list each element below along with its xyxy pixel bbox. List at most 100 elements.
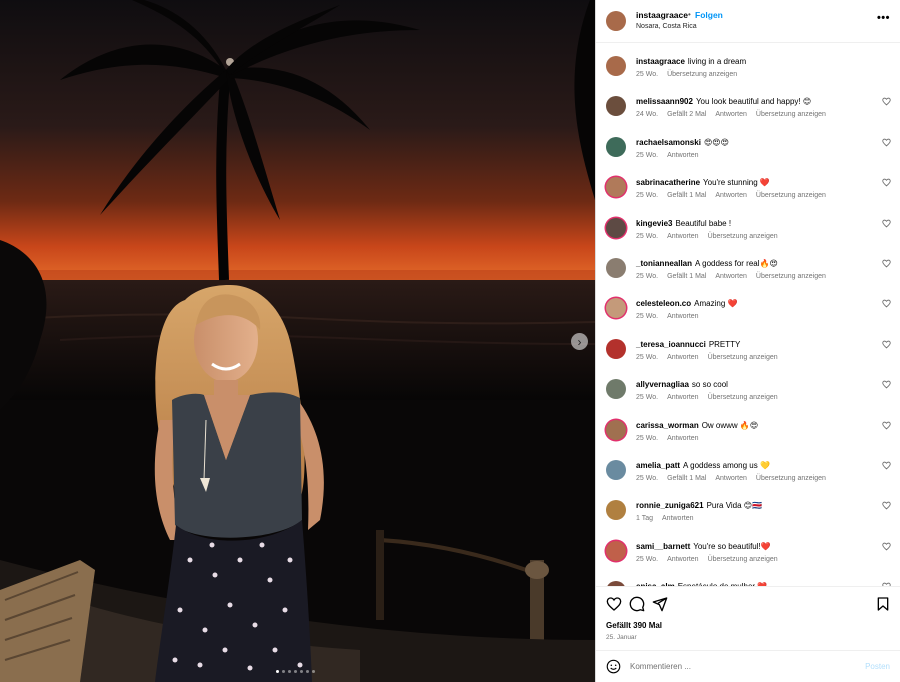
comment-like-heart-icon[interactable] <box>882 542 891 551</box>
carousel-dot <box>300 670 303 673</box>
commenter-username[interactable]: sami__barnett <box>636 542 690 551</box>
follow-button[interactable]: Folgen <box>695 10 723 20</box>
heart-outline-icon[interactable] <box>606 596 622 612</box>
commenter-avatar[interactable] <box>606 217 626 238</box>
comment-like-heart-icon[interactable] <box>882 259 891 268</box>
comment-like-heart-icon[interactable] <box>882 299 891 308</box>
translate-button[interactable]: Übersetzung anzeigen <box>756 192 826 199</box>
more-horizontal-icon[interactable]: ••• <box>877 12 890 24</box>
commenter-avatar[interactable] <box>606 419 626 440</box>
comment-like-heart-icon[interactable] <box>882 380 891 389</box>
post-photo[interactable]: › <box>0 0 595 682</box>
comment-item: sabrinacatherine You're stunning ❤️ 25 Wo.… <box>596 169 900 209</box>
reply-button[interactable]: Antworten <box>662 515 694 522</box>
translate-button[interactable]: Übersetzung anzeigen <box>708 556 778 563</box>
comment-like-heart-icon[interactable] <box>882 219 891 228</box>
translate-button[interactable]: Übersetzung anzeigen <box>708 233 778 240</box>
comment-like-heart-icon[interactable] <box>882 461 891 470</box>
commenter-avatar[interactable] <box>606 298 626 319</box>
commenter-avatar[interactable] <box>606 500 626 521</box>
commenter-avatar[interactable] <box>606 540 626 561</box>
comment-text: You look beautiful and happy! 😊 <box>695 97 812 107</box>
commenter-username[interactable]: allyvernagliaa <box>636 380 689 389</box>
comment-like-heart-icon[interactable] <box>882 138 891 147</box>
like-count[interactable]: Gefällt 390 Mal <box>606 621 662 630</box>
commenter-username[interactable]: _teresa_ioannucci <box>636 340 706 349</box>
comment-time: 25 Wo. <box>636 555 659 563</box>
reply-button[interactable]: Antworten <box>715 273 747 280</box>
carousel-dot <box>312 670 315 673</box>
commenter-avatar[interactable] <box>606 460 626 480</box>
comment-text: so so cool <box>691 380 728 390</box>
commenter-username[interactable]: instaagraace <box>636 57 685 66</box>
send-icon[interactable] <box>652 596 668 612</box>
translate-button[interactable]: Übersetzung anzeigen <box>756 475 826 482</box>
commenter-username[interactable]: melissaann902 <box>636 97 693 106</box>
reply-button[interactable]: Antworten <box>715 475 747 482</box>
reply-button[interactable]: Antworten <box>715 192 747 199</box>
comment-item: amelia_patt A goddess among us 💛 25 Wo. Gef… <box>596 452 900 492</box>
comment-like-heart-icon[interactable] <box>882 340 891 349</box>
translate-button[interactable]: Übersetzung anzeigen <box>708 354 778 361</box>
next-image-button[interactable]: › <box>571 333 588 350</box>
comment-item: melissaann902 You look beautiful and happ… <box>596 88 900 128</box>
commenter-avatar[interactable] <box>606 56 626 76</box>
comment-likes[interactable]: Gefällt 1 Mal <box>667 273 706 280</box>
post-location[interactable]: Nosara, Costa Rica <box>636 23 697 30</box>
post-comment-button[interactable]: Posten <box>865 662 890 671</box>
comment-time: 25 Wo. <box>636 192 659 200</box>
commenter-username[interactable]: kingevie3 <box>636 219 672 228</box>
commenter-avatar[interactable] <box>606 177 626 198</box>
comment-text: You're stunning ❤️ <box>703 178 770 188</box>
comment-like-heart-icon[interactable] <box>882 501 891 510</box>
reply-button[interactable]: Antworten <box>667 556 699 563</box>
reply-button[interactable]: Antworten <box>667 394 699 401</box>
translate-button[interactable]: Übersetzung anzeigen <box>708 394 778 401</box>
commenter-username[interactable]: celesteleon.co <box>636 299 691 308</box>
comment-likes[interactable]: Gefällt 2 Mal <box>667 111 706 118</box>
author-username[interactable]: instaagraace <box>636 10 688 20</box>
comment-list[interactable]: instaagraace living in a dream 25 Wo. Übers… <box>596 44 900 586</box>
commenter-username[interactable]: carissa_worman <box>636 421 699 430</box>
commenter-username[interactable]: rachaelsamonski <box>636 138 701 147</box>
commenter-avatar[interactable] <box>606 258 626 278</box>
translate-button[interactable]: Übersetzung anzeigen <box>667 71 737 78</box>
comment-like-heart-icon[interactable] <box>882 97 891 106</box>
comment-likes[interactable]: Gefällt 1 Mal <box>667 475 706 482</box>
comment-meta: 1 Tag Antworten <box>636 515 703 522</box>
comment-text: You're so beautiful!❤️ <box>693 541 771 551</box>
comment-like-heart-icon[interactable] <box>882 178 891 187</box>
comment-icon[interactable] <box>629 596 645 612</box>
translate-button[interactable]: Übersetzung anzeigen <box>756 111 826 118</box>
reply-button[interactable]: Antworten <box>667 313 699 320</box>
comment-input[interactable] <box>630 657 850 676</box>
translate-button[interactable]: Übersetzung anzeigen <box>756 273 826 280</box>
comment-text-line: kingevie3 Beautiful babe ! <box>636 219 731 228</box>
commenter-username[interactable]: amelia_patt <box>636 461 680 470</box>
commenter-avatar[interactable] <box>606 96 626 117</box>
carousel-indicator <box>276 670 315 673</box>
emoji-smile-icon[interactable] <box>606 659 621 674</box>
comment-item: _tonianneallan A goddess for real🔥😍 25 Wo.… <box>596 250 900 290</box>
commenter-username[interactable]: sabrinacatherine <box>636 178 700 187</box>
comment-composer: Posten <box>596 650 900 682</box>
comment-likes[interactable]: Gefällt 1 Mal <box>667 192 706 199</box>
post-side-panel: instaagraace • Folgen Nosara, Costa Rica… <box>595 0 900 682</box>
comment-like-heart-icon[interactable] <box>882 421 891 430</box>
commenter-avatar[interactable] <box>606 338 626 359</box>
comment-time: 25 Wo. <box>636 273 659 280</box>
reply-button[interactable]: Antworten <box>667 354 699 361</box>
author-avatar[interactable] <box>606 11 626 31</box>
reply-button[interactable]: Antworten <box>667 435 699 442</box>
comment-meta: 25 Wo. Gefällt 1 Mal Antworten Übersetzung … <box>636 273 835 280</box>
commenter-avatar[interactable] <box>606 379 626 400</box>
reply-button[interactable]: Antworten <box>667 152 699 159</box>
commenter-username[interactable]: _tonianneallan <box>636 259 692 268</box>
bookmark-icon[interactable] <box>875 596 891 612</box>
commenter-avatar[interactable] <box>606 136 626 157</box>
reply-button[interactable]: Antworten <box>715 111 747 118</box>
comment-text-line: _teresa_ioannucci PRETTY <box>636 340 740 349</box>
reply-button[interactable]: Antworten <box>667 233 699 240</box>
comment-meta: 25 Wo. Antworten Übersetzung anzeigen <box>636 394 787 401</box>
commenter-username[interactable]: ronnie_zuniga621 <box>636 501 704 510</box>
